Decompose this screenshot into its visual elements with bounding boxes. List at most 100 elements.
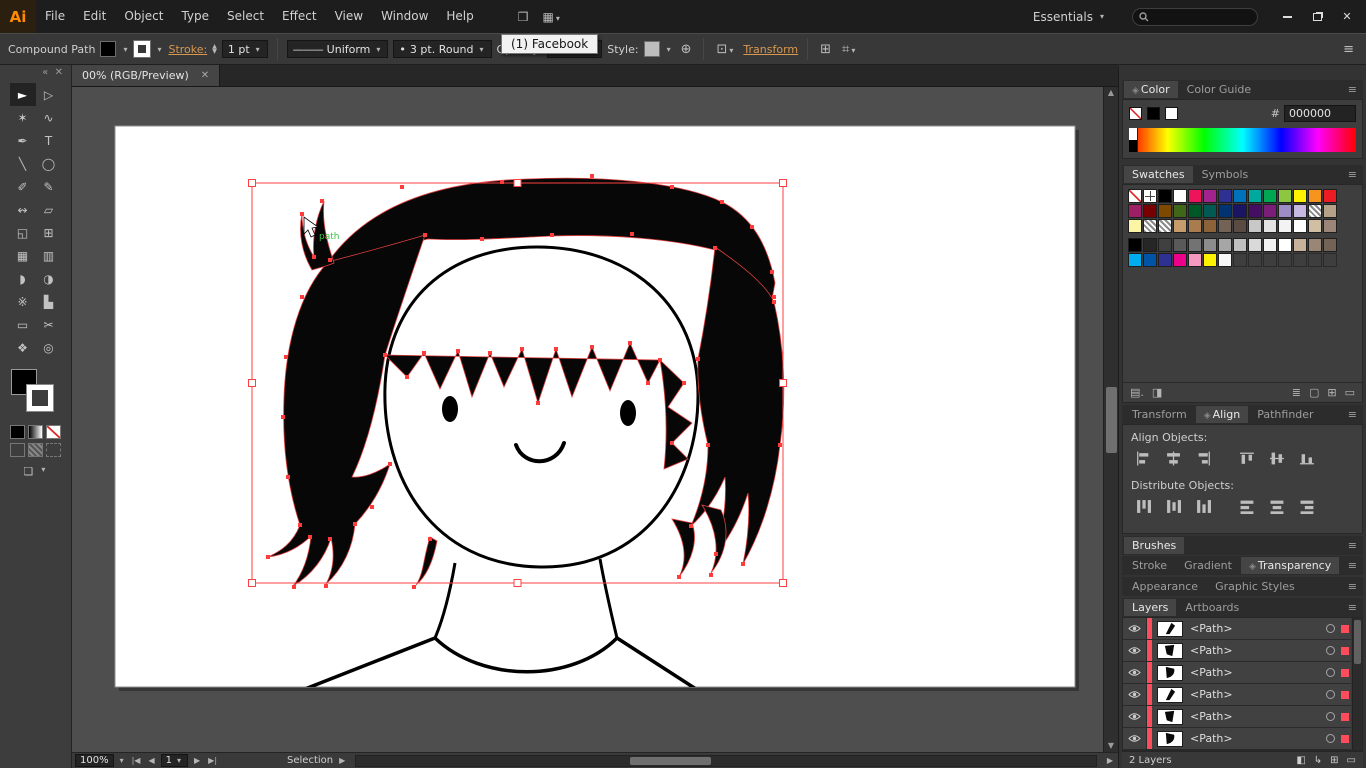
color-black-swatch[interactable]	[1147, 107, 1160, 120]
draw-normal-icon[interactable]	[10, 443, 25, 457]
menu-object[interactable]: Object	[115, 0, 172, 33]
swatch[interactable]	[1323, 238, 1337, 252]
eye-icon[interactable]	[1123, 662, 1147, 683]
swatch[interactable]	[1308, 238, 1322, 252]
color-button[interactable]	[10, 425, 25, 439]
swatch[interactable]	[1293, 238, 1307, 252]
artboard-tool[interactable]: ▭	[10, 313, 36, 336]
style-dropdown-icon[interactable]: ▾	[665, 45, 673, 54]
layer-row[interactable]: <Path>	[1123, 684, 1351, 706]
layers-scrollbar[interactable]	[1352, 618, 1362, 750]
magic-wand-tool[interactable]: ✶	[10, 106, 36, 129]
delete-layer-icon[interactable]: ▭	[1347, 755, 1356, 766]
stroke-panel-link[interactable]: Stroke:	[168, 43, 207, 56]
new-color-group-icon[interactable]: ▢	[1309, 386, 1319, 399]
hex-input[interactable]	[1284, 105, 1356, 122]
swatch[interactable]	[1323, 204, 1337, 218]
swatch[interactable]	[1308, 204, 1322, 218]
minimize-button[interactable]	[1272, 6, 1302, 28]
swatch[interactable]	[1203, 204, 1217, 218]
swatch[interactable]	[1158, 253, 1172, 267]
document-setup-icon[interactable]: ⊡▾	[713, 42, 738, 57]
layer-row[interactable]: <Path>	[1123, 640, 1351, 662]
layer-target-icon[interactable]	[1326, 624, 1335, 633]
swatch[interactable]	[1203, 219, 1217, 233]
swatch[interactable]	[1173, 189, 1187, 203]
swatch[interactable]	[1263, 204, 1277, 218]
swatch[interactable]	[1188, 219, 1202, 233]
new-layer-icon[interactable]: ⊞	[1330, 755, 1338, 766]
tab-graphic-styles[interactable]: Graphic Styles	[1207, 578, 1303, 595]
swatch[interactable]	[1218, 204, 1232, 218]
layer-row[interactable]: <Path>	[1123, 728, 1351, 750]
zoom-dropdown-icon[interactable]: ▾	[118, 756, 126, 765]
swatch[interactable]	[1203, 238, 1217, 252]
eye-icon[interactable]	[1123, 728, 1147, 749]
layer-thumbnail[interactable]	[1157, 687, 1183, 703]
menu-help[interactable]: Help	[437, 0, 482, 33]
perspective-grid-tool[interactable]: ⊞	[36, 221, 62, 244]
align-middle-v-button[interactable]	[1265, 448, 1290, 469]
tab-artboards[interactable]: Artboards	[1177, 599, 1247, 616]
stroke-group-menu-icon[interactable]: ≡	[1342, 559, 1363, 572]
swatch[interactable]	[1128, 238, 1142, 252]
tab-close-icon[interactable]: ✕	[201, 70, 209, 81]
align-panel-menu-icon[interactable]: ≡	[1342, 408, 1363, 421]
swatch[interactable]	[1173, 204, 1187, 218]
scroll-right-icon[interactable]: ▶	[1105, 756, 1115, 765]
swatch[interactable]	[1248, 238, 1262, 252]
swatch[interactable]	[1143, 253, 1157, 267]
prev-artboard-icon[interactable]: ◀	[146, 756, 156, 765]
spectrum-bw-end[interactable]	[1129, 128, 1138, 152]
tab-appearance[interactable]: Appearance	[1124, 578, 1206, 595]
last-artboard-icon[interactable]: ▶|	[206, 756, 219, 765]
draw-inside-icon[interactable]	[46, 443, 61, 457]
swatch[interactable]	[1233, 219, 1247, 233]
zoom-field[interactable]: 100%	[75, 754, 114, 767]
swatch[interactable]	[1308, 189, 1322, 203]
swatch[interactable]	[1263, 238, 1277, 252]
document-tab[interactable]: 00% (RGB/Preview) ✕	[72, 65, 220, 86]
swatch[interactable]	[1203, 189, 1217, 203]
tab-gradient[interactable]: Gradient	[1176, 557, 1240, 574]
slice-tool[interactable]: ✂	[36, 313, 62, 336]
appearance-group-menu-icon[interactable]: ≡	[1342, 580, 1363, 593]
align-left-button[interactable]	[1131, 448, 1156, 469]
stroke-weight-field[interactable]: 1 pt▾	[222, 40, 268, 58]
tab-layers[interactable]: Layers	[1124, 599, 1176, 616]
menu-effect[interactable]: Effect	[273, 0, 326, 33]
gradient-tool[interactable]: ▥	[36, 244, 62, 267]
free-transform-tool[interactable]: ▱	[36, 198, 62, 221]
pen-tool[interactable]: ✒	[10, 129, 36, 152]
stroke-dropdown-icon[interactable]: ▾	[155, 45, 163, 54]
swatch[interactable]	[1143, 219, 1157, 233]
swatch[interactable]	[1263, 219, 1277, 233]
swatch[interactable]	[1158, 219, 1172, 233]
swatch[interactable]	[1173, 219, 1187, 233]
layers-panel-menu-icon[interactable]: ≡	[1342, 601, 1363, 614]
swatch[interactable]	[1158, 189, 1172, 203]
swatch[interactable]	[1128, 204, 1142, 218]
swatch[interactable]	[1278, 219, 1292, 233]
column-graph-tool[interactable]: ▙	[36, 290, 62, 313]
style-swatch[interactable]	[644, 41, 660, 57]
ellipse-tool[interactable]: ◯	[36, 152, 62, 175]
align-center-h-button[interactable]	[1161, 448, 1186, 469]
align-icons-button[interactable]: ⊞	[817, 42, 834, 57]
delete-swatch-icon[interactable]: ▭	[1345, 386, 1355, 399]
restore-button[interactable]	[1302, 6, 1332, 28]
document-icon[interactable]: ❒	[511, 10, 536, 24]
tab-align[interactable]: ◈Align	[1196, 406, 1249, 423]
menu-edit[interactable]: Edit	[74, 0, 115, 33]
layer-thumbnail[interactable]	[1157, 621, 1183, 637]
eye-icon[interactable]	[1123, 618, 1147, 639]
layer-row[interactable]: <Path>	[1123, 662, 1351, 684]
swatch[interactable]	[1218, 253, 1232, 267]
swatch[interactable]	[1173, 253, 1187, 267]
swatch[interactable]	[1233, 204, 1247, 218]
direct-selection-tool[interactable]: ▷	[36, 83, 62, 106]
swatch[interactable]	[1278, 238, 1292, 252]
layer-thumbnail[interactable]	[1157, 643, 1183, 659]
tab-pathfinder[interactable]: Pathfinder	[1249, 406, 1321, 423]
swatch[interactable]	[1233, 189, 1247, 203]
